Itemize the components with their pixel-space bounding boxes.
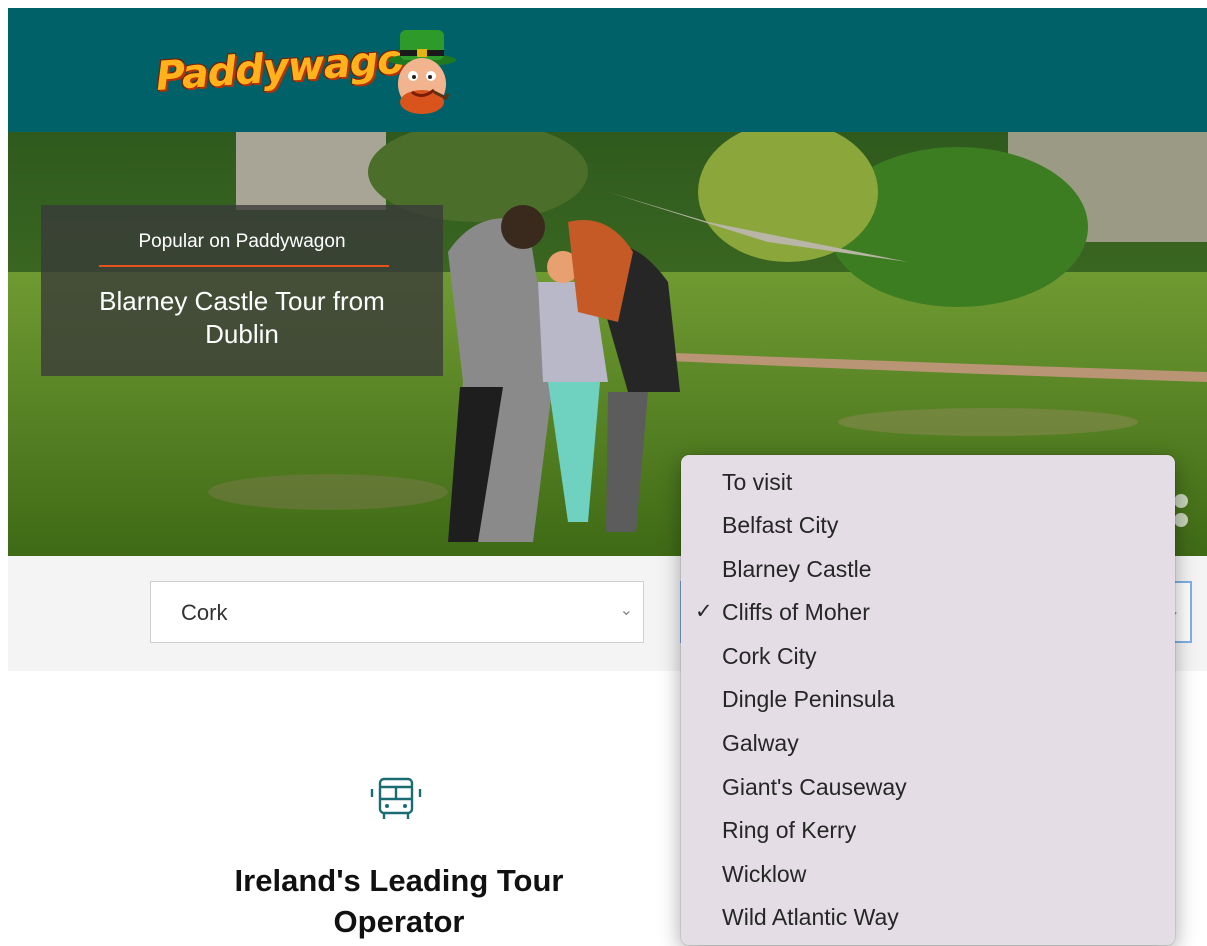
promo-divider	[99, 265, 389, 267]
dropdown-option[interactable]: Belfast City	[681, 506, 1175, 546]
intro-title: Ireland's Leading Tour Operator	[234, 863, 564, 939]
dropdown-option-label: Wicklow	[722, 861, 807, 887]
dropdown-option[interactable]: Galway	[681, 724, 1175, 764]
to-visit-dropdown-menu: To visit Belfast City Blarney Castle ✓ C…	[681, 455, 1175, 945]
dropdown-option[interactable]: Giant's Causeway	[681, 768, 1175, 808]
dropdown-option-label: Cliffs of Moher	[722, 599, 870, 625]
dropdown-option-selected[interactable]: ✓ Cliffs of Moher	[681, 593, 1175, 633]
dropdown-option-label: Giant's Causeway	[722, 774, 907, 800]
dropdown-option-label: Belfast City	[722, 512, 839, 538]
promo-title: Blarney Castle Tour from Dublin	[99, 286, 385, 349]
chevron-down-icon: ⌄	[619, 602, 633, 619]
dropdown-option[interactable]: Dingle Peninsula	[681, 680, 1175, 720]
dropdown-option[interactable]: To visit	[681, 463, 1175, 503]
slider-dot[interactable]	[1174, 494, 1188, 508]
leprechaun-mascot-icon	[388, 30, 456, 114]
dropdown-option[interactable]: Wild Atlantic Way	[681, 898, 1175, 938]
bus-icon	[370, 777, 422, 819]
dropdown-option-label: Cork City	[722, 643, 817, 669]
location-select[interactable]: Cork ⌄	[150, 581, 644, 643]
slider-dots	[1174, 494, 1207, 532]
dropdown-option-label: Dingle Peninsula	[722, 686, 895, 712]
dropdown-option[interactable]: Cork City	[681, 637, 1175, 677]
dropdown-option[interactable]: Wicklow	[681, 855, 1175, 895]
paddywagon-logo[interactable]: Paddywagon	[148, 26, 468, 118]
dropdown-option-label: Wild Atlantic Way	[722, 904, 899, 930]
site-header: Paddywagon	[8, 8, 1207, 132]
dropdown-option-label: Galway	[722, 730, 799, 756]
checkmark-icon: ✓	[695, 600, 713, 623]
promo-card[interactable]: Popular on Paddywagon Blarney Castle Tou…	[41, 205, 443, 376]
promo-kicker: Popular on Paddywagon	[138, 231, 346, 252]
dropdown-option[interactable]: Blarney Castle	[681, 550, 1175, 590]
dropdown-option-label: To visit	[722, 469, 793, 495]
dropdown-option-label: Ring of Kerry	[722, 817, 857, 843]
dropdown-option-label: Blarney Castle	[722, 556, 872, 582]
location-select-value: Cork	[181, 600, 228, 625]
dropdown-option[interactable]: Ring of Kerry	[681, 811, 1175, 851]
slider-dot[interactable]	[1174, 513, 1188, 527]
